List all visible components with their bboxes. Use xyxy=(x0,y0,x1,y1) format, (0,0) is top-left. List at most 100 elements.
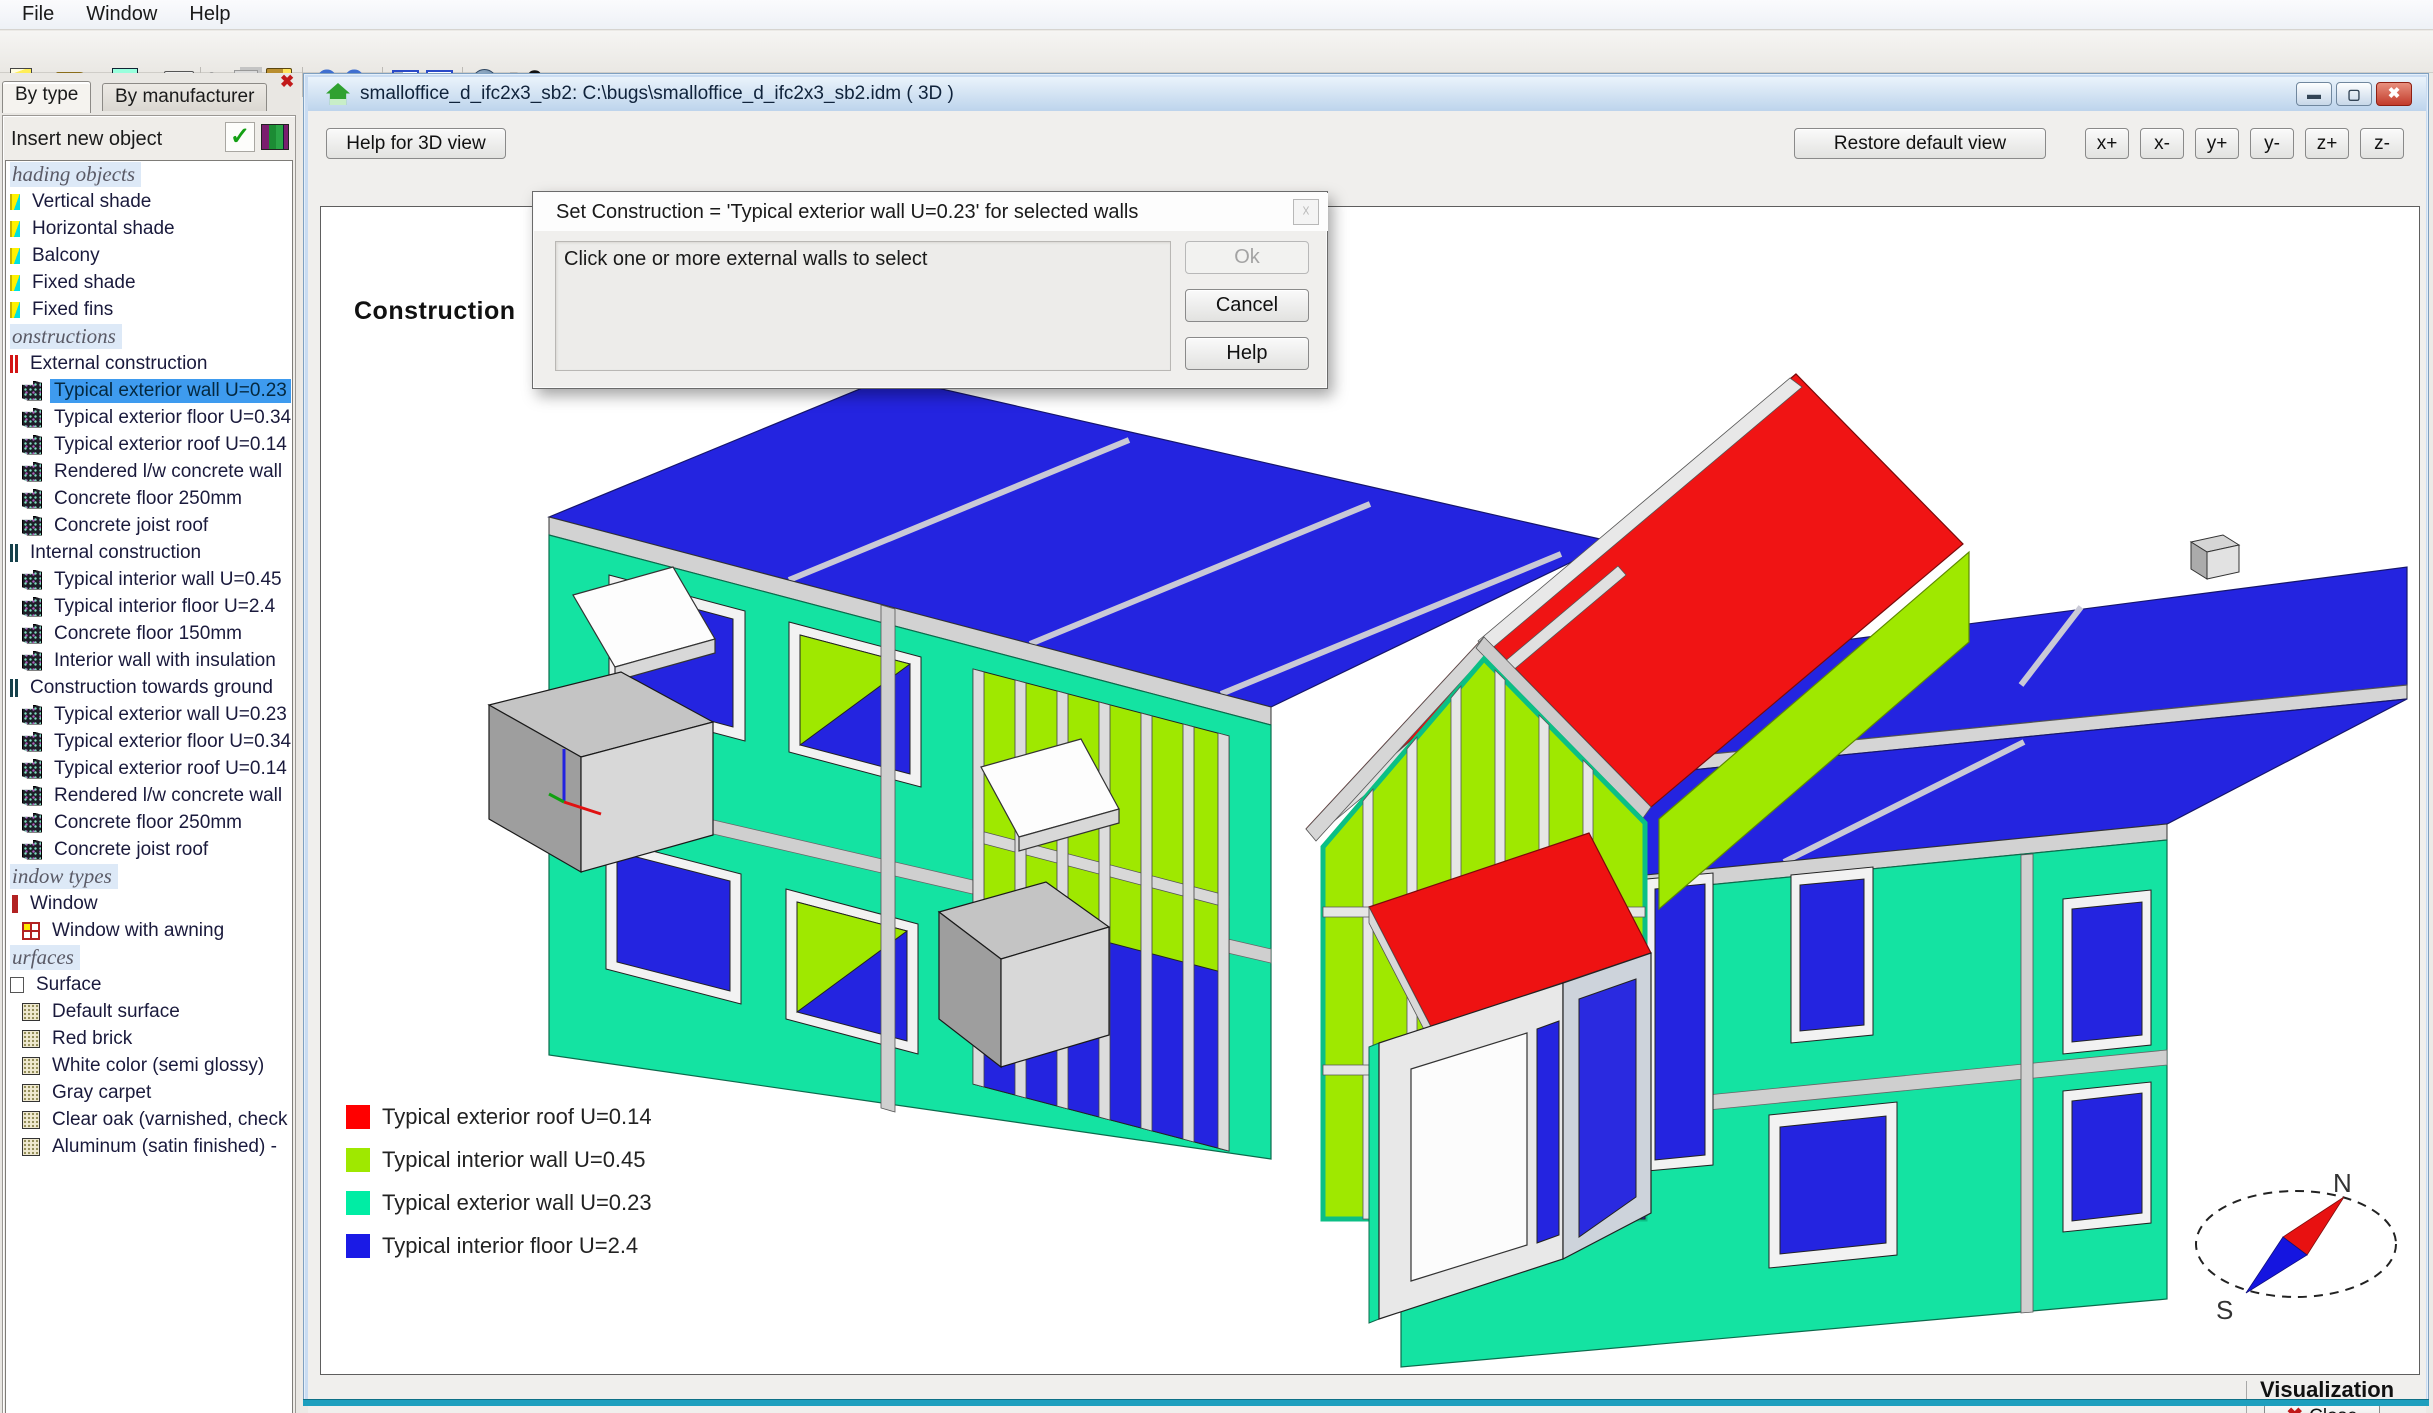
extc-icon xyxy=(10,355,18,373)
view-axis-button-zplus[interactable]: z+ xyxy=(2305,128,2349,159)
confirm-insert-button[interactable]: ✓ xyxy=(225,122,255,152)
tree-item-surface[interactable]: Surface xyxy=(6,971,292,998)
object-type-tree: hading objectsVertical shadeHorizontal s… xyxy=(5,160,293,1413)
legend-color-swatch xyxy=(346,1191,370,1215)
menu-help[interactable]: Help xyxy=(175,1,244,28)
legend-label: Typical exterior wall U=0.23 xyxy=(382,1190,652,1216)
view-axis-button-yplus[interactable]: y+ xyxy=(2195,128,2239,159)
dialog-button-ok[interactable]: Ok xyxy=(1185,241,1309,274)
tree-item-typical-exterior-floor-u-0-34[interactable]: Typical exterior floor U=0.34 xyxy=(6,404,292,431)
tree-item-rendered-l-w-concrete-wall[interactable]: Rendered l/w concrete wall xyxy=(6,458,292,485)
tree-item-fixed-shade[interactable]: Fixed shade xyxy=(6,269,292,296)
surfp-icon xyxy=(10,977,24,993)
tree-item-internal-construction[interactable]: Internal construction xyxy=(6,539,292,566)
window-icon xyxy=(10,895,18,913)
tree-item-red-brick[interactable]: Red brick xyxy=(6,1025,292,1052)
tree-item-clear-oak-varnished-check[interactable]: Clear oak (varnished, check xyxy=(6,1106,292,1133)
brick-icon xyxy=(22,381,42,401)
window-bottom-strip xyxy=(320,1377,2420,1413)
intc-icon xyxy=(10,679,18,697)
brick-icon xyxy=(22,624,42,644)
view-axis-button-xminus[interactable]: x- xyxy=(2140,128,2184,159)
brick-icon xyxy=(22,813,42,833)
tree-item-default-surface[interactable]: Default surface xyxy=(6,998,292,1025)
tree-item-white-color-semi-glossy[interactable]: White color (semi glossy) xyxy=(6,1052,292,1079)
view-axis-button-yminus[interactable]: y- xyxy=(2250,128,2294,159)
insert-object-panel: Insert new object ✓ hading objectsVertic… xyxy=(2,115,296,1413)
menu-bar: FileWindowHelp xyxy=(0,0,2433,30)
tree-item-concrete-floor-250mm[interactable]: Concrete floor 250mm xyxy=(6,809,292,836)
tree-item-typical-interior-floor-u-2-4[interactable]: Typical interior floor U=2.4 xyxy=(6,593,292,620)
tree-item-external-construction[interactable]: External construction xyxy=(6,350,292,377)
shade-icon xyxy=(10,248,20,264)
legend-row: Typical interior floor U=2.4 xyxy=(346,1234,652,1258)
brick-icon xyxy=(22,462,42,482)
legend-label: Typical interior wall U=0.45 xyxy=(382,1147,646,1173)
help-3d-view-button[interactable]: Help for 3D view xyxy=(326,128,506,159)
legend-label: Typical interior floor U=2.4 xyxy=(382,1233,638,1259)
tree-item-window[interactable]: Window xyxy=(6,890,292,917)
restore-window-button[interactable]: ▢ xyxy=(2336,82,2372,106)
tree-item-concrete-joist-roof[interactable]: Concrete joist roof xyxy=(6,512,292,539)
tab-by-manufacturer[interactable]: By manufacturer xyxy=(102,83,267,111)
tree-item-typical-exterior-wall-u-0-23[interactable]: Typical exterior wall U=0.23 xyxy=(6,701,292,728)
menu-window[interactable]: Window xyxy=(72,1,171,28)
entrance-door[interactable] xyxy=(1411,1033,1527,1281)
tree-item-aluminum-satin-finished[interactable]: Aluminum (satin finished) - xyxy=(6,1133,292,1160)
menu-file[interactable]: File xyxy=(8,1,68,28)
view-axis-button-xplus[interactable]: x+ xyxy=(2085,128,2129,159)
surf-icon xyxy=(22,1003,40,1021)
dialog-button-help[interactable]: Help xyxy=(1185,337,1309,370)
brick-icon xyxy=(22,516,42,536)
tree-item-concrete-joist-roof[interactable]: Concrete joist roof xyxy=(6,836,292,863)
axis-view-buttons: x+ x-y+ y-z+ z- xyxy=(2085,128,2404,159)
legend-color-swatch xyxy=(346,1105,370,1129)
tab-by-type[interactable]: By type xyxy=(2,81,91,113)
facade-joint xyxy=(881,605,895,1112)
palette-close-icon[interactable]: ✖ xyxy=(280,75,294,89)
main-toolbar: ▾ ▾ ▾ ✂ ↶ ↷ i ↖? xyxy=(0,31,2433,73)
tree-item-vertical-shade[interactable]: Vertical shade xyxy=(6,188,292,215)
tree-item-concrete-floor-150mm[interactable]: Concrete floor 150mm xyxy=(6,620,292,647)
minimize-button[interactable]: ▬ xyxy=(2296,82,2332,106)
brick-icon xyxy=(22,435,42,455)
brick-icon xyxy=(22,759,42,779)
tree-item-horizontal-shade[interactable]: Horizontal shade xyxy=(6,215,292,242)
tree-item-typical-exterior-wall-u-0-23[interactable]: Typical exterior wall U=0.23 xyxy=(6,377,292,404)
shade-icon xyxy=(10,302,20,318)
awning-icon xyxy=(22,922,40,940)
tree-section-header: hading objects xyxy=(6,161,292,188)
library-books-icon[interactable] xyxy=(261,124,289,150)
tree-item-typical-exterior-roof-u-0-14[interactable]: Typical exterior roof U=0.14 xyxy=(6,431,292,458)
object-palette: ✖ By type By manufacturer Insert new obje… xyxy=(0,73,300,1413)
tree-item-fixed-fins[interactable]: Fixed fins xyxy=(6,296,292,323)
tree-item-typical-interior-wall-u-0-45[interactable]: Typical interior wall U=0.45 xyxy=(6,566,292,593)
window-bottom-accent xyxy=(303,1399,2429,1406)
dialog-close-icon[interactable]: ☓ xyxy=(1293,199,1319,225)
tree-section-header: indow types xyxy=(6,863,292,890)
view-axis-button-zminus[interactable]: z- xyxy=(2360,128,2404,159)
tree-item-gray-carpet[interactable]: Gray carpet xyxy=(6,1079,292,1106)
surf-icon xyxy=(22,1030,40,1048)
svg-text:S: S xyxy=(2216,1295,2233,1325)
tree-section-header: urfaces xyxy=(6,944,292,971)
close-window-button[interactable]: ✖ xyxy=(2376,82,2412,106)
dialog-buttons: Ok Cancel Help xyxy=(1185,241,1309,385)
window-titlebar[interactable]: smalloffice_d_ifc2x3_sb2: C:\bugs\smallo… xyxy=(308,77,2426,111)
shade-icon xyxy=(10,221,20,237)
tree-item-rendered-l-w-concrete-wall[interactable]: Rendered l/w concrete wall xyxy=(6,782,292,809)
tree-item-construction-towards-ground[interactable]: Construction towards ground xyxy=(6,674,292,701)
restore-default-view-button[interactable]: Restore default view xyxy=(1794,128,2046,159)
legend-color-swatch xyxy=(346,1234,370,1258)
tree-item-typical-exterior-floor-u-0-34[interactable]: Typical exterior floor U=0.34 xyxy=(6,728,292,755)
tree-item-balcony[interactable]: Balcony xyxy=(6,242,292,269)
tree-item-concrete-floor-250mm[interactable]: Concrete floor 250mm xyxy=(6,485,292,512)
intc-icon xyxy=(10,544,18,562)
tree-item-window-with-awning[interactable]: Window with awning xyxy=(6,917,292,944)
tree-item-interior-wall-with-insulation[interactable]: Interior wall with insulation xyxy=(6,647,292,674)
set-construction-dialog: Set Construction = 'Typical exterior wal… xyxy=(532,191,1328,389)
dialog-button-cancel[interactable]: Cancel xyxy=(1185,289,1309,322)
brick-icon xyxy=(22,786,42,806)
brick-icon xyxy=(22,408,42,428)
tree-item-typical-exterior-roof-u-0-14[interactable]: Typical exterior roof U=0.14 xyxy=(6,755,292,782)
